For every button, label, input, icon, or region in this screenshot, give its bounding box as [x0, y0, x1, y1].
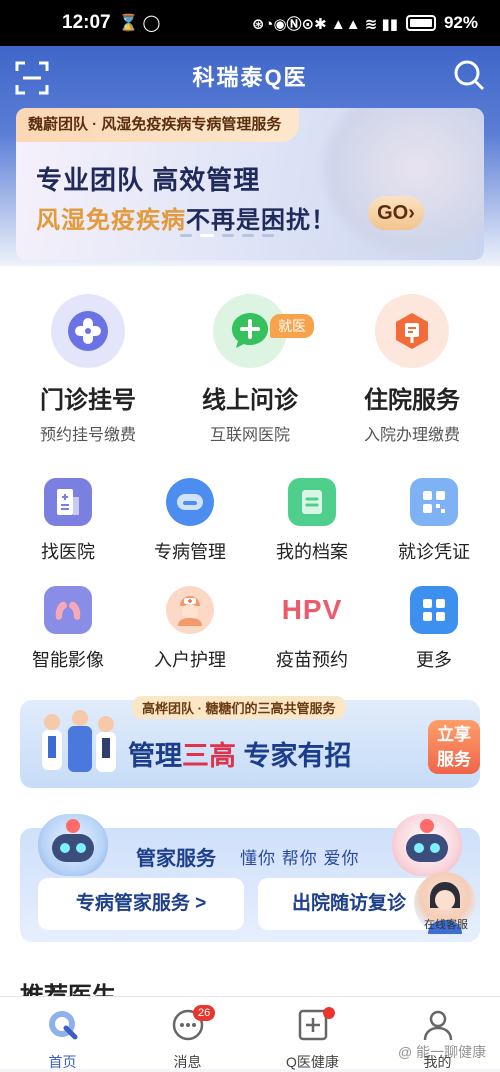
grid-item-home-nursing[interactable]: 入户护理: [130, 586, 250, 672]
banner-tag: 魏蔚团队 · 风湿免疫疾病专病管理服务: [16, 108, 300, 142]
carousel-dot: [262, 234, 274, 237]
butler-subtitle: 懂你 帮你 爱你: [240, 849, 360, 868]
grid-label: 就诊凭证: [398, 542, 470, 562]
search-icon[interactable]: [452, 58, 488, 94]
qrcode-icon: [410, 478, 458, 526]
tab-q-health[interactable]: Q医健康: [250, 997, 375, 1070]
butler-service-card: 管家服务 懂你 帮你 爱你 专病管家服务 > 出院随访复诊 在线客服: [20, 814, 480, 942]
promo-headline-a: 管理: [128, 741, 182, 771]
medical-cross-icon: [51, 294, 125, 368]
status-time: 12:07: [62, 12, 111, 33]
status-icons: ⊛◔◉Ⓝ⊙✱ ▲▲ ≋ ▮▮ 92%: [252, 13, 478, 34]
grid-item-vaccine-booking[interactable]: HPV 疫苗预约: [252, 586, 372, 672]
notification-dot: [323, 1007, 335, 1019]
promo-enjoy-button[interactable]: 立享 服务: [428, 720, 480, 774]
grid-item-more[interactable]: 更多: [374, 586, 494, 672]
promo-btn-line2: 服务: [437, 750, 471, 769]
robot-mascot-icon: [38, 814, 108, 876]
robot-icon: [166, 478, 214, 526]
file-icon: [288, 478, 336, 526]
grid-label: 智能影像: [32, 650, 104, 670]
notification-icons: ⊛◔◉Ⓝ⊙✱ ▲▲ ≋ ▮▮: [251, 15, 398, 33]
promo-tag: 高桦团队 · 糖糖们的三高共管服务: [132, 696, 346, 719]
grid-label: 入户护理: [154, 650, 226, 670]
watermark: @ 能一聊健康: [398, 1044, 487, 1060]
robot-mascot-pink-icon: [392, 814, 462, 876]
tab-label: Q医健康: [286, 1054, 339, 1070]
more-icon: [410, 586, 458, 634]
grid-label: 找医院: [41, 542, 95, 562]
promo-btn-line1: 立享: [437, 725, 471, 744]
carousel-dot: [222, 234, 234, 237]
main-label: 住院服务: [364, 387, 460, 414]
grid-label: 专病管理: [154, 542, 226, 562]
main-sub: 预约挂号缴费: [39, 427, 136, 444]
carousel-dot: [242, 234, 254, 237]
banner-go-label: GO: [377, 202, 409, 224]
carousel-dot-active: [200, 234, 214, 237]
battery-icon: [405, 15, 436, 31]
tab-label: 首页: [48, 1054, 77, 1070]
grid-item-smart-imaging[interactable]: 智能影像: [8, 586, 128, 672]
grid-label: 疫苗预约: [276, 650, 348, 670]
hospital-icon: [44, 478, 92, 526]
hero-banner[interactable]: 魏蔚团队 · 风湿免疫疾病专病管理服务 专业团队 高效管理 风湿免疫疾病不再是困…: [16, 108, 484, 260]
grid-label: 更多: [416, 650, 452, 670]
hospital-bed-icon: [375, 294, 449, 368]
outpatient-registration[interactable]: 门诊挂号 预约挂号缴费: [8, 294, 168, 445]
status-bar: 12:07 ⌛◯ ⊛◔◉Ⓝ⊙✱ ▲▲ ≋ ▮▮ 92%: [0, 0, 500, 46]
grid-label: 我的档案: [276, 542, 348, 562]
banner-subline-rest: 不再是困扰！: [186, 207, 336, 234]
hpv-text: HPV: [281, 594, 343, 625]
main-sub: 互联网医院: [209, 427, 290, 444]
tab-messages[interactable]: 26 消息: [125, 997, 250, 1070]
battery-percent: 92%: [443, 13, 478, 32]
promo-banner[interactable]: 高桦团队 · 糖糖们的三高共管服务 管理三高 专家有招 立享 服务: [20, 696, 480, 788]
banner-illustration: [316, 108, 484, 260]
nurse-icon: [166, 586, 214, 634]
customer-service-label: 在线客服: [424, 919, 468, 931]
grid-item-find-hospital[interactable]: 找医院: [8, 478, 128, 564]
main-sub: 入院办理缴费: [363, 427, 460, 444]
home-q-icon: [48, 1011, 77, 1040]
carousel-dot: [180, 234, 192, 237]
banner-go-button[interactable]: GO›: [368, 196, 424, 230]
banner-highlight: 风湿免疫疾病: [36, 207, 186, 234]
banner-headline: 专业团队 高效管理: [36, 165, 261, 195]
tab-home[interactable]: 首页: [0, 997, 125, 1070]
message-count-badge: 26: [193, 1005, 216, 1021]
online-consultation[interactable]: 就医 线上问诊 互联网医院: [170, 294, 330, 445]
grid-item-disease-management[interactable]: 专病管理: [130, 478, 250, 564]
grid-item-visit-voucher[interactable]: 就诊凭证: [374, 478, 494, 564]
inpatient-services[interactable]: 住院服务 入院办理缴费: [332, 294, 492, 445]
promo-headline-c: 专家有招: [236, 741, 352, 771]
main-label: 线上问诊: [202, 387, 298, 414]
main-label: 门诊挂号: [40, 387, 136, 414]
hourglass-icon: ⌛◯: [118, 15, 165, 32]
doctors-illustration: [42, 710, 116, 772]
user-icon: [423, 1010, 452, 1041]
disease-butler-button[interactable]: 专病管家服务 >: [38, 878, 244, 930]
promo-headline: 管理三高 专家有招: [128, 734, 352, 773]
app-title: 科瑞泰Q医: [192, 65, 308, 90]
tab-label: 消息: [173, 1054, 202, 1070]
grid-item-my-records[interactable]: 我的档案: [252, 478, 372, 564]
promo-headline-b: 三高: [182, 741, 236, 771]
butler-title: 管家服务: [136, 848, 216, 870]
carousel-dots: [180, 234, 274, 237]
banner-subline: 风湿免疫疾病不再是困扰！: [36, 200, 336, 235]
lung-icon: [44, 586, 92, 634]
hpv-icon: HPV: [280, 586, 344, 634]
consult-badge: 就医: [270, 314, 314, 338]
